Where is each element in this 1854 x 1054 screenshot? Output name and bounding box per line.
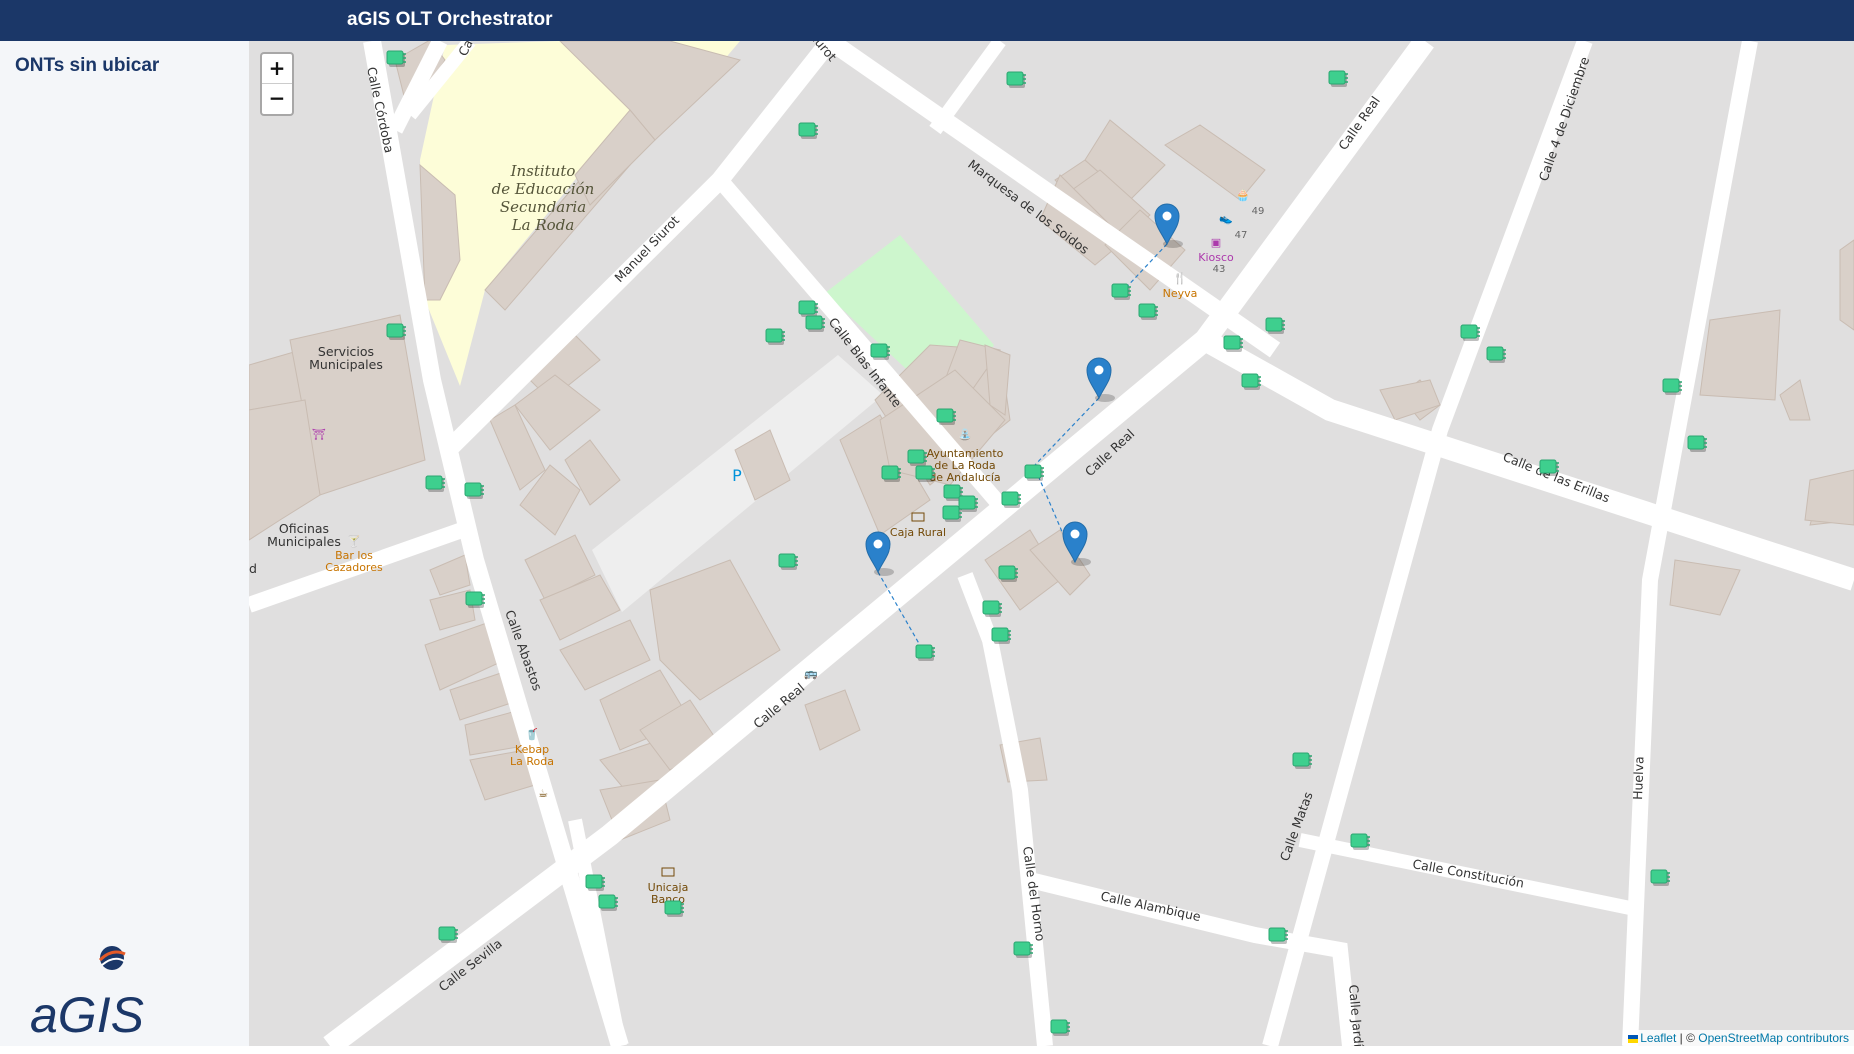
ont-icon[interactable] <box>1486 346 1506 363</box>
ont-icon[interactable] <box>1265 317 1285 334</box>
house-number: 49 <box>1252 206 1265 217</box>
map-pin-icon[interactable] <box>1086 357 1115 402</box>
bank-icon <box>911 512 925 522</box>
ont-icon[interactable] <box>907 449 927 466</box>
shoe-shop-icon: 👟 <box>1219 212 1233 225</box>
street-label: Manuel Siurot <box>611 213 682 285</box>
ont-icon[interactable] <box>465 591 485 608</box>
area-label: de Educación <box>492 180 595 198</box>
logo-text: aGIS <box>30 987 144 1043</box>
street-label: Calle Alambique <box>1099 888 1202 924</box>
ont-icon[interactable] <box>1223 335 1243 352</box>
bakery-icon: 🧁 <box>1236 189 1250 202</box>
town-hall-icon: ⛲ <box>958 428 972 441</box>
zoom-in-button[interactable]: + <box>262 54 292 84</box>
agis-logo: aGIS <box>30 946 144 1043</box>
ont-icon[interactable] <box>1292 752 1312 769</box>
ont-icon[interactable] <box>664 900 684 917</box>
area-label: Municipales <box>309 357 383 372</box>
ont-icon[interactable] <box>1687 435 1707 452</box>
ont-icon[interactable] <box>915 465 935 482</box>
unplaced-onts-heading: ONTs sin ubicar <box>15 55 160 76</box>
ont-icon[interactable] <box>881 465 901 482</box>
shop-icon: ▣ <box>1211 236 1221 249</box>
community-icon: ⛩ <box>312 428 326 441</box>
ont-icon[interactable] <box>798 300 818 317</box>
ont-icon[interactable] <box>585 874 605 891</box>
bar-icon: 🍸 <box>347 534 361 548</box>
parking-label: P <box>732 466 742 485</box>
ont-icon[interactable] <box>1460 324 1480 341</box>
zoom-out-button[interactable]: − <box>262 84 292 113</box>
ont-icon[interactable] <box>386 50 406 67</box>
ont-icon[interactable] <box>765 328 785 345</box>
ont-icon[interactable] <box>464 482 484 499</box>
ont-icon[interactable] <box>386 323 406 340</box>
ont-icon[interactable] <box>1006 71 1026 88</box>
ont-icon[interactable] <box>438 926 458 943</box>
ont-icon[interactable] <box>425 475 445 492</box>
house-number: 43 <box>1213 264 1226 275</box>
app-title: aGIS OLT Orchestrator <box>347 9 553 30</box>
poi-label: Kiosco <box>1198 251 1234 264</box>
ont-icon[interactable] <box>958 495 978 512</box>
ont-icon[interactable] <box>1111 283 1131 300</box>
ont-icon[interactable] <box>982 600 1002 617</box>
zoom-control: + − <box>260 52 294 116</box>
top-bar: aGIS OLT Orchestrator <box>0 0 1854 41</box>
ont-icon[interactable] <box>1013 941 1033 958</box>
ont-icon[interactable] <box>1001 491 1021 508</box>
poi-label: Caja Rural <box>890 526 946 539</box>
ont-icon[interactable] <box>936 408 956 425</box>
street-label: Calle Constitución <box>1411 856 1525 890</box>
restaurant-icon: 🍴 <box>1173 272 1187 285</box>
ont-icon[interactable] <box>1241 373 1261 390</box>
ont-icon[interactable] <box>991 627 1011 644</box>
ont-icon[interactable] <box>1539 459 1559 476</box>
street-label: Calle 4 de Diciembre <box>1536 55 1593 183</box>
sidebar: ONTs sin ubicar aGIS <box>0 41 250 1046</box>
ont-icon[interactable] <box>1024 464 1044 481</box>
ont-icon[interactable] <box>1328 70 1348 87</box>
ont-icon[interactable] <box>998 565 1018 582</box>
ont-icon[interactable] <box>1050 1019 1070 1036</box>
ont-icon[interactable] <box>805 315 825 332</box>
ont-icon[interactable] <box>915 644 935 661</box>
area-label: Municipales <box>267 534 341 549</box>
fastfood-icon: 🥤 <box>525 728 539 741</box>
poi-label: Cazadores <box>325 561 383 574</box>
street-label: Calle Matas <box>1277 790 1316 863</box>
bank-icon <box>661 867 675 877</box>
poi-label: Neyva <box>1163 287 1198 300</box>
area-label: Secundaria <box>500 198 586 216</box>
attribution-separator: | © <box>1676 1031 1699 1045</box>
globe-icon <box>98 946 126 970</box>
area-label: La Roda <box>511 216 575 234</box>
map-view[interactable]: Calle Córdoba Calle iurot Manuel Siurot … <box>249 41 1854 1046</box>
poi-label: La Roda <box>510 755 554 768</box>
poi-label: de Andalucía <box>929 471 1000 484</box>
area-label: Instituto <box>510 162 576 180</box>
leaflet-link[interactable]: Leaflet <box>1640 1031 1676 1045</box>
map-attribution: Leaflet | © OpenStreetMap contributors <box>1623 1030 1854 1046</box>
ont-icon[interactable] <box>1268 927 1288 944</box>
ont-icon[interactable] <box>798 122 818 139</box>
osm-link[interactable]: OpenStreetMap contributors <box>1698 1031 1849 1045</box>
map-tiles[interactable]: Calle Córdoba Calle iurot Manuel Siurot … <box>249 41 1854 1046</box>
ont-icon[interactable] <box>870 343 890 360</box>
house-number: 47 <box>1235 230 1248 241</box>
ukraine-flag-icon <box>1628 1035 1639 1043</box>
ont-icon[interactable] <box>1662 378 1682 395</box>
ont-icon[interactable] <box>1350 833 1370 850</box>
bus-stop-icon: 🚌 <box>804 667 818 680</box>
ont-icon[interactable] <box>598 894 618 911</box>
street-label: d <box>249 561 257 576</box>
street-label: Huelva <box>1630 756 1647 800</box>
ont-icon[interactable] <box>778 553 798 570</box>
cafe-icon: ☕ <box>538 787 548 800</box>
ont-icon[interactable] <box>1650 869 1670 886</box>
ont-icon[interactable] <box>1138 303 1158 320</box>
